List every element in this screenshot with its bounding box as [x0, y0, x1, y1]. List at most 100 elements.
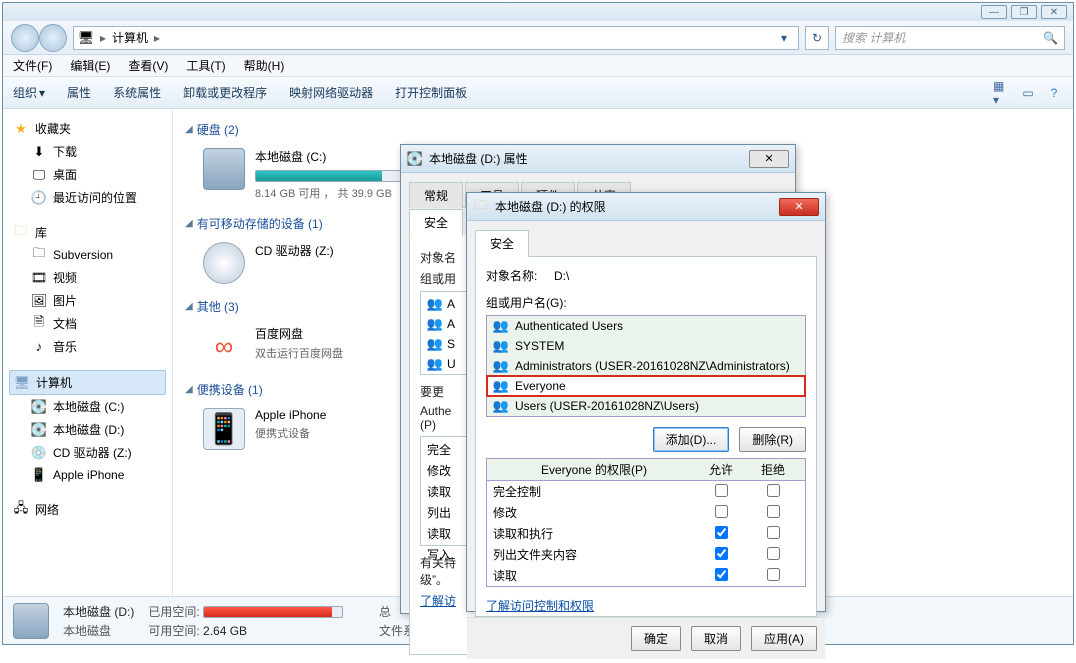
allow-checkbox[interactable]: [715, 568, 728, 581]
remove-button[interactable]: 删除(R): [739, 427, 806, 452]
menu-edit[interactable]: 编辑(E): [70, 57, 110, 74]
deny-checkbox[interactable]: [767, 547, 780, 560]
sidebar-item-downloads[interactable]: ⬇下载: [9, 140, 166, 163]
sidebar-item-drive-c[interactable]: 💽本地磁盘 (C:): [9, 395, 166, 418]
maximize-button[interactable]: ❐: [1011, 5, 1037, 19]
close-button[interactable]: ✕: [779, 198, 819, 216]
cancel-button[interactable]: 取消: [691, 626, 741, 651]
sidebar-item-desktop[interactable]: 🖵桌面: [9, 163, 166, 186]
tab-security[interactable]: 安全: [475, 230, 529, 257]
minimize-button[interactable]: —: [981, 5, 1007, 19]
drive-icon: 💽: [31, 399, 47, 415]
sidebar-item-pictures[interactable]: 🖼图片: [9, 289, 166, 312]
breadcrumb-computer[interactable]: 计算机: [112, 29, 148, 46]
sidebar-item-drive-z[interactable]: 💿CD 驱动器 (Z:): [9, 441, 166, 464]
toolbar-control-panel[interactable]: 打开控制面板: [395, 84, 467, 101]
deny-checkbox[interactable]: [767, 526, 780, 539]
sidebar-item-music[interactable]: ♪音乐: [9, 335, 166, 358]
groups-label: 组或用户名(G):: [486, 294, 806, 311]
section-hdd[interactable]: ◢硬盘 (2): [185, 117, 1061, 142]
drive-icon: 💽: [31, 422, 47, 438]
address-bar[interactable]: 🖥 ▸ 计算机 ▸ ▾: [73, 26, 799, 50]
sidebar-item-videos[interactable]: 🎞视频: [9, 266, 166, 289]
preview-pane-button[interactable]: ▭: [1019, 84, 1037, 102]
group-row[interactable]: 👥SYSTEM: [487, 336, 805, 356]
computer-icon: 🖥: [14, 375, 30, 391]
dialog-titlebar[interactable]: 💽 本地磁盘 (D:) 属性 ✕: [401, 145, 795, 173]
phone-icon: 📱: [31, 467, 47, 483]
group-row[interactable]: 👥Administrators (USER-20161028NZ\Adminis…: [487, 356, 805, 376]
menubar: 文件(F) 编辑(E) 查看(V) 工具(T) 帮助(H): [3, 55, 1073, 77]
document-icon: 🗎: [31, 316, 47, 332]
permissions-table: Everyone 的权限(P) 允许 拒绝 完全控制修改读取和执行列出文件夹内容…: [486, 458, 806, 587]
menu-tools[interactable]: 工具(T): [186, 57, 225, 74]
allow-checkbox[interactable]: [715, 547, 728, 560]
toolbar-system-properties[interactable]: 系统属性: [113, 84, 161, 101]
menu-help[interactable]: 帮助(H): [244, 57, 285, 74]
group-icon: 👥: [427, 296, 443, 312]
security-panel: 对象名称: D:\ 组或用户名(G): 👥Authenticated Users…: [475, 257, 817, 617]
sidebar-computer[interactable]: 🖥计算机: [9, 370, 166, 395]
chevron-right-icon: ▸: [100, 31, 106, 45]
sidebar-item-recent[interactable]: 🕘最近访问的位置: [9, 186, 166, 209]
sidebar: ★收藏夹 ⬇下载 🖵桌面 🕘最近访问的位置 🗀库 🗀Subversion 🎞视频…: [3, 109, 173, 596]
picture-icon: 🖼: [31, 293, 47, 309]
tab-general[interactable]: 常规: [409, 182, 463, 208]
phone-icon: 📱: [203, 408, 245, 450]
group-icon: 👥: [427, 336, 443, 352]
close-button[interactable]: ✕: [749, 150, 789, 168]
sidebar-favorites[interactable]: ★收藏夹: [9, 117, 166, 140]
chevron-right-icon: ▸: [154, 31, 160, 45]
ok-button[interactable]: 确定: [631, 626, 681, 651]
refresh-button[interactable]: ↻: [805, 26, 829, 50]
view-mode-button[interactable]: ▦ ▾: [993, 84, 1011, 102]
folder-icon: 🗀: [31, 247, 47, 263]
allow-checkbox[interactable]: [715, 505, 728, 518]
deny-checkbox[interactable]: [767, 484, 780, 497]
forward-button[interactable]: [39, 24, 67, 52]
close-button[interactable]: ✕: [1041, 5, 1067, 19]
deny-checkbox[interactable]: [767, 568, 780, 581]
tab-security[interactable]: 安全: [409, 209, 463, 236]
add-button[interactable]: 添加(D)...: [653, 427, 730, 452]
sidebar-item-drive-d[interactable]: 💽本地磁盘 (D:): [9, 418, 166, 441]
drive-info: 8.14 GB 可用 ， 共 39.9 GB: [255, 185, 415, 201]
sidebar-item-subversion[interactable]: 🗀Subversion: [9, 244, 166, 266]
sidebar-item-documents[interactable]: 🗎文档: [9, 312, 166, 335]
music-icon: ♪: [31, 339, 47, 355]
chevron-down-icon: ▾: [39, 86, 45, 100]
sidebar-libraries[interactable]: 🗀库: [9, 221, 166, 244]
back-button[interactable]: [11, 24, 39, 52]
apply-button[interactable]: 应用(A): [751, 626, 817, 651]
item-name: Apple iPhone: [255, 408, 326, 422]
search-input[interactable]: 搜索 计算机 🔍: [835, 26, 1065, 50]
item-sub: 双击运行百度网盘: [255, 345, 343, 361]
groups-list[interactable]: 👥Authenticated Users👥SYSTEM👥Administrato…: [486, 315, 806, 417]
group-row[interactable]: 👥Authenticated Users: [487, 316, 805, 336]
toolbar-uninstall[interactable]: 卸载或更改程序: [183, 84, 267, 101]
toolbar-organize[interactable]: 组织 ▾: [13, 84, 45, 101]
recent-icon: 🕘: [31, 190, 47, 206]
permission-row: 列出文件夹内容: [487, 544, 805, 565]
dialog-title: 本地磁盘 (D:) 的权限: [495, 198, 606, 215]
help-button[interactable]: ?: [1045, 84, 1063, 102]
group-row[interactable]: 👥Everyone: [487, 376, 805, 396]
sidebar-item-iphone[interactable]: 📱Apple iPhone: [9, 464, 166, 486]
menu-view[interactable]: 查看(V): [128, 57, 168, 74]
allow-checkbox[interactable]: [715, 484, 728, 497]
group-icon: 👥: [427, 356, 443, 372]
collapse-icon: ◢: [185, 384, 193, 395]
dialog-titlebar[interactable]: 🗀 本地磁盘 (D:) 的权限 ✕: [467, 193, 825, 221]
allow-checkbox[interactable]: [715, 526, 728, 539]
deny-checkbox[interactable]: [767, 505, 780, 518]
toolbar-properties[interactable]: 属性: [67, 84, 91, 101]
menu-file[interactable]: 文件(F): [13, 57, 52, 74]
toolbar-map-drive[interactable]: 映射网络驱动器: [289, 84, 373, 101]
group-icon: 👥: [493, 398, 509, 414]
group-row[interactable]: 👥Users (USER-20161028NZ\Users): [487, 396, 805, 416]
sidebar-network[interactable]: 🖧网络: [9, 498, 166, 521]
status-title: 本地磁盘 (D:): [63, 603, 134, 620]
learn-link[interactable]: 了解访问控制和权限: [486, 597, 806, 614]
address-dropdown[interactable]: ▾: [774, 28, 794, 48]
permission-row: 修改: [487, 502, 805, 523]
